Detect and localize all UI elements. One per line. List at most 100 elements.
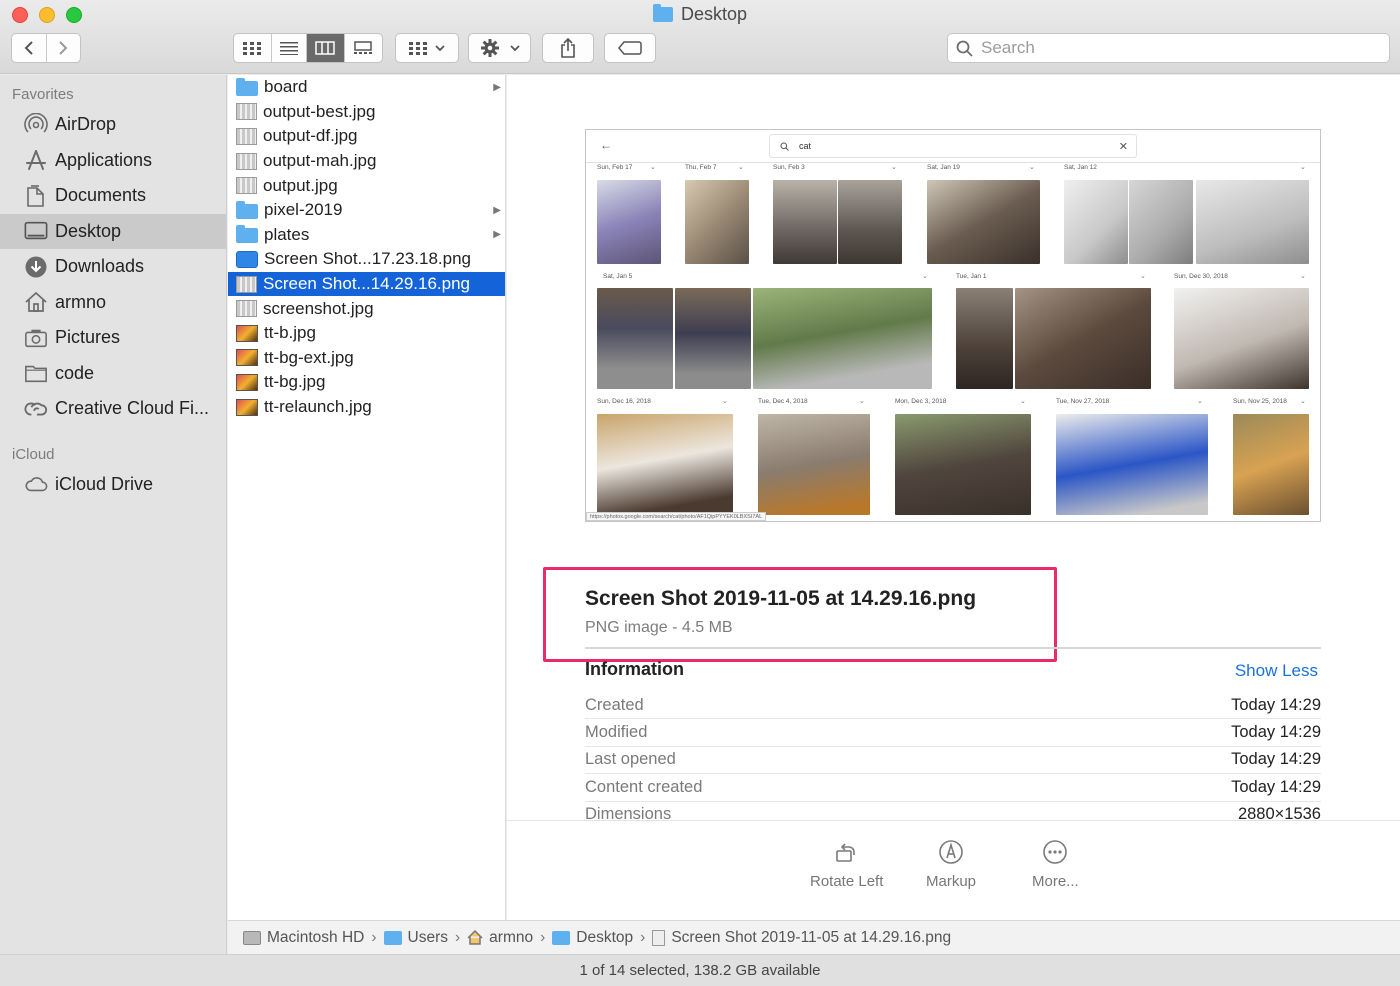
sidebar-item-desktop[interactable]: Desktop <box>0 213 226 249</box>
sidebar-item-code[interactable]: code <box>0 356 226 392</box>
window-title-text: Desktop <box>680 4 748 24</box>
sidebar-item-armno[interactable]: armno <box>0 285 226 321</box>
info-row-content-created: Content created Today 14:29 <box>585 774 1321 802</box>
date-label: Sun, Feb 3 <box>773 164 805 171</box>
file-name: output-mah.jpg <box>263 151 377 171</box>
more-button[interactable]: More... <box>1032 839 1079 890</box>
chevron-down-icon: ⌄ <box>859 398 865 405</box>
action-menu-button[interactable] <box>468 33 531 63</box>
file-item-output-best[interactable]: output-best.jpg <box>228 100 505 125</box>
image-file-icon <box>236 275 257 293</box>
path-item-desktop[interactable]: Desktop <box>552 929 633 947</box>
sidebar-item-label: AirDrop <box>55 114 117 135</box>
file-item-tt-bg[interactable]: tt-bg.jpg <box>228 370 505 395</box>
file-item-output-df[interactable]: output-df.jpg <box>228 124 505 149</box>
path-label: armno <box>489 928 534 946</box>
chevron-down-icon: ⌄ <box>722 398 728 405</box>
sidebar-section-favorites: Favorites <box>12 86 74 103</box>
sidebar-item-icloud-drive[interactable]: iCloud Drive <box>0 467 226 503</box>
view-mode-control <box>233 33 383 63</box>
information-list: Created Today 14:29 Modified Today 14:29… <box>585 692 1321 822</box>
icon-view-button[interactable] <box>234 34 272 62</box>
file-item-tt-relaunch[interactable]: tt-relaunch.jpg <box>228 395 505 420</box>
quick-actions-bar: Rotate Left Markup More... <box>507 820 1400 920</box>
file-item-plates[interactable]: plates ▶ <box>228 223 505 248</box>
status-bar: 1 of 14 selected, 138.2 GB available <box>0 954 1400 986</box>
sidebar-item-pictures[interactable]: Pictures <box>0 320 226 356</box>
path-item-file[interactable]: Screen Shot 2019-11-05 at 14.29.16.png <box>652 929 951 947</box>
thumbnail-photo <box>753 288 932 389</box>
date-label: Tue, Dec 4, 2018 <box>758 398 808 405</box>
search-field[interactable] <box>947 33 1390 63</box>
column-view-button[interactable] <box>307 34 345 62</box>
sidebar-item-label: armno <box>55 291 107 312</box>
path-label: Users <box>407 928 448 946</box>
path-item-armno[interactable]: armno <box>467 929 533 947</box>
file-name: tt-b.jpg <box>264 323 316 343</box>
path-item-macintosh-hd[interactable]: Macintosh HD <box>243 929 364 947</box>
chevron-down-icon: ⌄ <box>922 273 928 280</box>
file-item-output-mah[interactable]: output-mah.jpg <box>228 149 505 174</box>
file-item-tt-b[interactable]: tt-b.jpg <box>228 321 505 346</box>
chevron-down-icon: ⌄ <box>1300 164 1306 171</box>
thumbnail-search-bar: cat ✕ <box>769 134 1137 158</box>
file-icon <box>652 929 666 946</box>
date-label: Sun, Dec 30, 2018 <box>1174 273 1228 280</box>
file-item-screenshot[interactable]: screenshot.jpg <box>228 296 505 321</box>
thumbnail-photo <box>597 414 733 515</box>
gallery-view-button[interactable] <box>345 34 382 62</box>
image-file-icon <box>236 373 258 391</box>
image-file-icon <box>236 103 257 121</box>
share-icon <box>561 37 575 58</box>
file-item-output[interactable]: output.jpg <box>228 173 505 198</box>
show-less-link[interactable]: Show Less <box>1235 661 1318 681</box>
chevron-down-icon: ⌄ <box>1140 273 1146 280</box>
pictures-icon <box>24 327 48 349</box>
file-name: pixel-2019 <box>264 200 343 220</box>
file-item-pixel-2019[interactable]: pixel-2019 ▶ <box>228 198 505 223</box>
chevron-down-icon: ⌄ <box>1020 398 1026 405</box>
date-label: Sun, Nov 25, 2018 <box>1233 398 1287 405</box>
list-view-button[interactable] <box>272 34 308 62</box>
folder-icon <box>552 930 571 945</box>
folder-icon <box>383 930 402 945</box>
date-label: Mon, Dec 3, 2018 <box>895 398 947 405</box>
creative-cloud-icon <box>24 398 48 420</box>
sidebar-item-creative-cloud[interactable]: Creative Cloud Fi... <box>0 391 226 427</box>
file-item-screenshot-142916[interactable]: Screen Shot...14.29.16.png <box>228 271 505 297</box>
rotate-left-button[interactable]: Rotate Left <box>810 839 883 890</box>
file-item-tt-bg-ext[interactable]: tt-bg-ext.jpg <box>228 346 505 371</box>
back-button[interactable] <box>12 34 47 62</box>
thumbnail-photo <box>956 288 1013 389</box>
edit-tags-button[interactable] <box>604 33 656 63</box>
sidebar-item-downloads[interactable]: Downloads <box>0 249 226 285</box>
file-item-board[interactable]: board ▶ <box>228 75 505 100</box>
thumbnail-photo <box>1056 414 1208 515</box>
file-item-screenshot-172318[interactable]: Screen Shot...17.23.18.png <box>228 247 505 272</box>
sidebar-item-applications[interactable]: Applications <box>0 143 226 179</box>
forward-button[interactable] <box>47 34 81 62</box>
image-file-icon <box>236 152 257 170</box>
applications-icon <box>24 149 48 171</box>
search-input[interactable] <box>981 38 1381 58</box>
info-value: Today 14:29 <box>1231 777 1321 796</box>
chevron-down-icon: ⌄ <box>738 164 744 171</box>
date-label: Thu, Feb 7 <box>685 164 717 171</box>
sidebar-item-label: iCloud Drive <box>55 473 154 494</box>
sidebar-item-label: Desktop <box>55 220 122 241</box>
sidebar-item-documents[interactable]: Documents <box>0 178 226 214</box>
group-by-button[interactable] <box>395 33 459 63</box>
file-name: plates <box>264 224 310 244</box>
share-button[interactable] <box>542 33 594 63</box>
sidebar-item-airdrop[interactable]: AirDrop <box>0 107 226 143</box>
sidebar-section-icloud: iCloud <box>12 445 55 463</box>
chevron-down-icon: ⌄ <box>1029 164 1035 171</box>
sidebar-item-label: Applications <box>55 149 153 170</box>
close-icon: ✕ <box>1118 140 1128 153</box>
date-label: Sat, Jan 12 <box>1064 164 1097 171</box>
markup-button[interactable]: Markup <box>926 839 976 890</box>
downloads-icon <box>24 256 48 278</box>
folder-icon <box>652 4 673 22</box>
path-item-users[interactable]: Users <box>383 928 448 947</box>
rotate-left-icon <box>835 843 855 862</box>
